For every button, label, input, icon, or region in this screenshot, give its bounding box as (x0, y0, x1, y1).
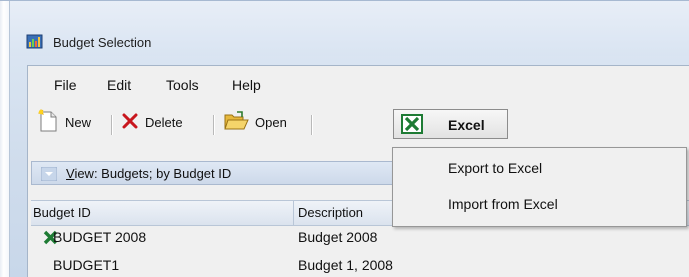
view-selector[interactable]: View: Budgets; by Budget ID (31, 161, 393, 185)
table-row[interactable]: BUDGET 2008 Budget 2008 (31, 226, 689, 250)
delete-button-label: Delete (145, 114, 183, 130)
table-row[interactable]: BUDGET1 Budget 1, 2008 (31, 254, 689, 277)
budget-id-cell: BUDGET1 (53, 257, 120, 273)
menu-item-export-to-excel[interactable]: Export to Excel (448, 160, 542, 176)
open-button[interactable]: Open (223, 105, 287, 139)
toolbar-separator (311, 115, 313, 135)
budget-selection-window: Budget Selection File Edit Tools Help Ne… (0, 0, 689, 277)
description-cell: Budget 1, 2008 (298, 257, 393, 273)
description-cell: Budget 2008 (298, 229, 378, 245)
open-folder-icon (223, 110, 249, 134)
column-header-budget-id[interactable]: Budget ID (33, 205, 91, 220)
view-label: View: Budgets; by Budget ID (66, 166, 232, 181)
open-button-label: Open (255, 114, 287, 130)
delete-x-icon (121, 112, 139, 133)
toolbar-separator (111, 115, 113, 135)
excel-icon (401, 114, 423, 137)
menu-item-import-from-excel[interactable]: Import from Excel (448, 196, 558, 212)
menu-tools[interactable]: Tools (166, 77, 199, 93)
menu-file[interactable]: File (54, 77, 77, 93)
delete-button[interactable]: Delete (121, 105, 183, 139)
window-frame-left (0, 1, 10, 277)
column-header-description[interactable]: Description (298, 205, 363, 220)
chevron-down-icon[interactable] (40, 166, 58, 182)
column-divider[interactable] (293, 201, 294, 225)
excel-button[interactable]: Excel (393, 109, 508, 139)
new-button[interactable]: New (37, 105, 91, 139)
window-title: Budget Selection (53, 35, 152, 50)
toolbar-separator (213, 115, 215, 135)
new-button-label: New (65, 114, 92, 130)
excel-dropdown-menu: Export to Excel Import from Excel (392, 147, 687, 227)
menu-edit[interactable]: Edit (107, 77, 131, 93)
excel-button-label: Excel (448, 117, 485, 133)
new-document-icon (37, 108, 59, 136)
menu-help[interactable]: Help (232, 77, 261, 93)
toolbar: New Delete Open Excel (27, 105, 689, 139)
budget-id-cell: BUDGET 2008 (53, 229, 147, 245)
budget-app-icon (26, 33, 44, 51)
